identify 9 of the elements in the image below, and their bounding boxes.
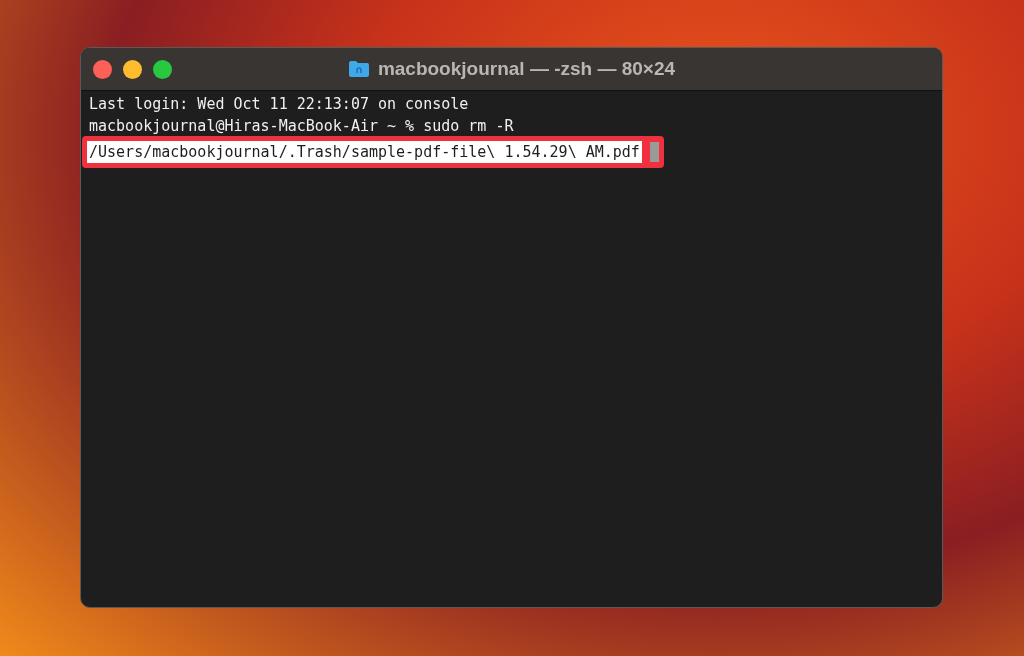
terminal-line: Last login: Wed Oct 11 22:13:07 on console <box>89 94 470 115</box>
minimize-button[interactable] <box>123 59 142 79</box>
close-button[interactable] <box>93 59 112 79</box>
window-title: macbookjournal — -zsh — 80×24 <box>377 56 676 81</box>
folder-icon <box>347 60 370 78</box>
text-cursor <box>649 142 659 162</box>
selected-command-text: /Users/macbookjournal/.Trash/sample-pdf-file\ 1.54.29\ AM.pdf <box>87 141 642 163</box>
zoom-button[interactable] <box>153 59 172 79</box>
terminal-line: macbookjournal@Hiras-MacBook-Air ~ % sudo rm -R <box>89 116 515 137</box>
